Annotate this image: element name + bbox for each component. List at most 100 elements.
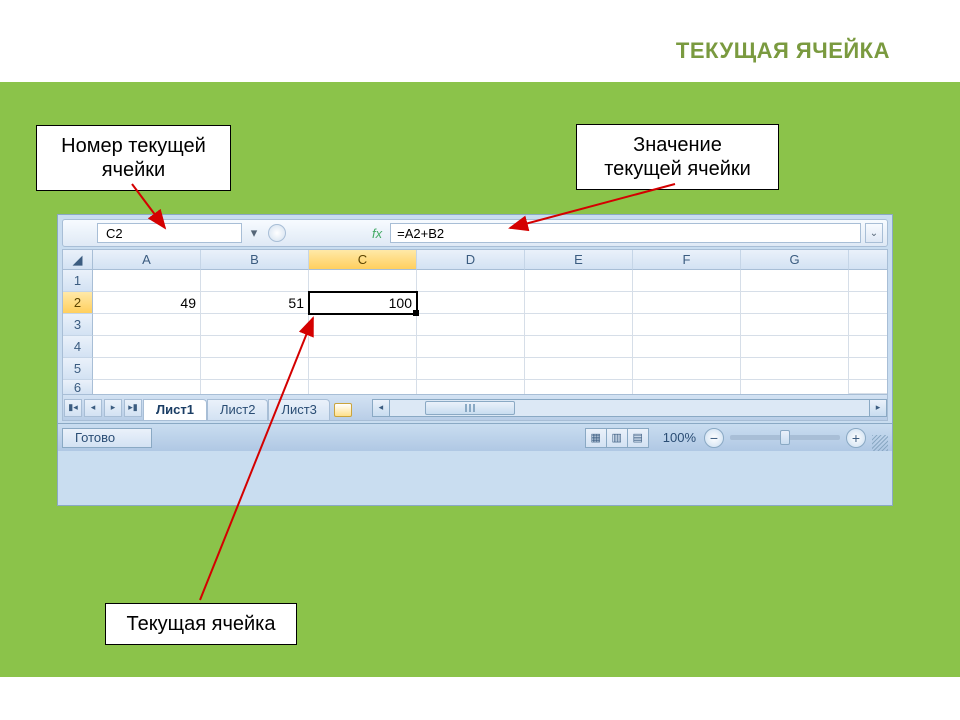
cell[interactable] bbox=[525, 292, 633, 314]
grid-row: 1 bbox=[63, 270, 887, 292]
cell[interactable] bbox=[309, 314, 417, 336]
row-header[interactable]: 1 bbox=[63, 270, 93, 292]
row-header[interactable]: 6 bbox=[63, 380, 93, 394]
cell[interactable] bbox=[633, 358, 741, 380]
scroll-left-icon[interactable]: ◂ bbox=[372, 399, 390, 417]
callout-current-cell: Текущая ячейка bbox=[105, 603, 297, 645]
grid-row: 24951100 bbox=[63, 292, 887, 314]
page-break-view-icon[interactable]: ▤ bbox=[627, 428, 649, 448]
cell[interactable] bbox=[741, 380, 849, 394]
row-header[interactable]: 4 bbox=[63, 336, 93, 358]
grid-row: 5 bbox=[63, 358, 887, 380]
zoom-out-icon[interactable]: − bbox=[704, 428, 724, 448]
last-sheet-icon[interactable]: ▸▮ bbox=[124, 399, 142, 417]
column-header[interactable]: B bbox=[201, 250, 309, 270]
sheet-tab[interactable]: Лист2 bbox=[207, 399, 268, 420]
cell[interactable] bbox=[93, 270, 201, 292]
zoom-percent[interactable]: 100% bbox=[663, 430, 696, 445]
sheet-tab[interactable]: Лист1 bbox=[143, 399, 207, 420]
column-header[interactable]: D bbox=[417, 250, 525, 270]
cancel-icon[interactable] bbox=[268, 224, 286, 242]
scroll-right-icon[interactable]: ▸ bbox=[869, 399, 887, 417]
cell[interactable]: 49 bbox=[93, 292, 201, 314]
cell[interactable] bbox=[741, 270, 849, 292]
cell[interactable] bbox=[525, 358, 633, 380]
cell[interactable] bbox=[201, 336, 309, 358]
row-header[interactable]: 2 bbox=[63, 292, 93, 314]
column-headers: ◢ ABCDEFG bbox=[63, 250, 887, 270]
cell[interactable] bbox=[633, 270, 741, 292]
scroll-track[interactable] bbox=[390, 399, 869, 417]
cell[interactable] bbox=[309, 358, 417, 380]
cell[interactable] bbox=[633, 336, 741, 358]
cell[interactable] bbox=[741, 314, 849, 336]
cell[interactable] bbox=[93, 336, 201, 358]
status-bar: Готово ▦ ▥ ▤ 100% − + bbox=[58, 423, 892, 451]
sheet-tab-bar: ▮◂ ◂ ▸ ▸▮ Лист1Лист2Лист3 ◂ ▸ bbox=[62, 395, 888, 421]
cell[interactable] bbox=[417, 380, 525, 394]
column-header[interactable]: C bbox=[309, 250, 417, 270]
cell[interactable] bbox=[525, 314, 633, 336]
column-header[interactable]: A bbox=[93, 250, 201, 270]
cell[interactable]: 51 bbox=[201, 292, 309, 314]
cell[interactable] bbox=[309, 380, 417, 394]
column-header[interactable]: G bbox=[741, 250, 849, 270]
cell[interactable] bbox=[309, 336, 417, 358]
excel-window: C2 ▾ fx =A2+B2 ⌄ ◢ ABCDEFG 1249511003456… bbox=[57, 214, 893, 506]
next-sheet-icon[interactable]: ▸ bbox=[104, 399, 122, 417]
view-buttons: ▦ ▥ ▤ bbox=[586, 428, 649, 448]
insert-function-icon[interactable]: fx bbox=[372, 226, 382, 241]
cell[interactable] bbox=[93, 358, 201, 380]
column-header[interactable]: F bbox=[633, 250, 741, 270]
cell[interactable] bbox=[201, 270, 309, 292]
scroll-thumb[interactable] bbox=[425, 401, 515, 415]
cell[interactable] bbox=[741, 336, 849, 358]
callout-cell-value: Значение текущей ячейки bbox=[576, 124, 779, 190]
status-ready: Готово bbox=[62, 428, 152, 448]
cell[interactable] bbox=[525, 336, 633, 358]
cell[interactable] bbox=[93, 314, 201, 336]
slide-title: ТЕКУЩАЯ ЯЧЕЙКА bbox=[676, 38, 890, 64]
formula-bar: C2 ▾ fx =A2+B2 ⌄ bbox=[62, 219, 888, 247]
expand-formula-bar-icon[interactable]: ⌄ bbox=[865, 223, 883, 243]
zoom-in-icon[interactable]: + bbox=[846, 428, 866, 448]
cell[interactable] bbox=[417, 314, 525, 336]
first-sheet-icon[interactable]: ▮◂ bbox=[64, 399, 82, 417]
zoom-slider[interactable] bbox=[730, 435, 840, 440]
cell[interactable] bbox=[309, 270, 417, 292]
normal-view-icon[interactable]: ▦ bbox=[585, 428, 607, 448]
sheet-tab[interactable]: Лист3 bbox=[268, 399, 329, 420]
formula-input[interactable]: =A2+B2 bbox=[390, 223, 861, 243]
cell[interactable] bbox=[633, 380, 741, 394]
cell[interactable] bbox=[417, 292, 525, 314]
cell[interactable] bbox=[741, 358, 849, 380]
horizontal-scrollbar[interactable]: ◂ ▸ bbox=[372, 399, 887, 417]
cell[interactable] bbox=[525, 380, 633, 394]
cell[interactable] bbox=[417, 336, 525, 358]
cell[interactable] bbox=[201, 314, 309, 336]
grid-row: 3 bbox=[63, 314, 887, 336]
row-header[interactable]: 5 bbox=[63, 358, 93, 380]
cell[interactable] bbox=[525, 270, 633, 292]
cell[interactable] bbox=[201, 358, 309, 380]
cell[interactable] bbox=[201, 380, 309, 394]
row-header[interactable]: 3 bbox=[63, 314, 93, 336]
cell[interactable] bbox=[633, 292, 741, 314]
cell[interactable] bbox=[741, 292, 849, 314]
grid-row: 4 bbox=[63, 336, 887, 358]
cell[interactable] bbox=[93, 380, 201, 394]
new-sheet-icon[interactable] bbox=[334, 403, 352, 417]
zoom-thumb[interactable] bbox=[780, 430, 790, 445]
cell[interactable] bbox=[633, 314, 741, 336]
cell[interactable] bbox=[417, 358, 525, 380]
cell[interactable] bbox=[417, 270, 525, 292]
name-box-dropdown-icon[interactable]: ▾ bbox=[246, 225, 262, 241]
name-box[interactable]: C2 bbox=[97, 223, 242, 243]
column-header[interactable]: E bbox=[525, 250, 633, 270]
page-layout-view-icon[interactable]: ▥ bbox=[606, 428, 628, 448]
resize-grip-icon[interactable] bbox=[872, 435, 888, 451]
cell[interactable]: 100 bbox=[309, 292, 417, 314]
spreadsheet-grid[interactable]: ◢ ABCDEFG 1249511003456 bbox=[62, 249, 888, 395]
select-all-corner[interactable]: ◢ bbox=[63, 250, 93, 270]
prev-sheet-icon[interactable]: ◂ bbox=[84, 399, 102, 417]
